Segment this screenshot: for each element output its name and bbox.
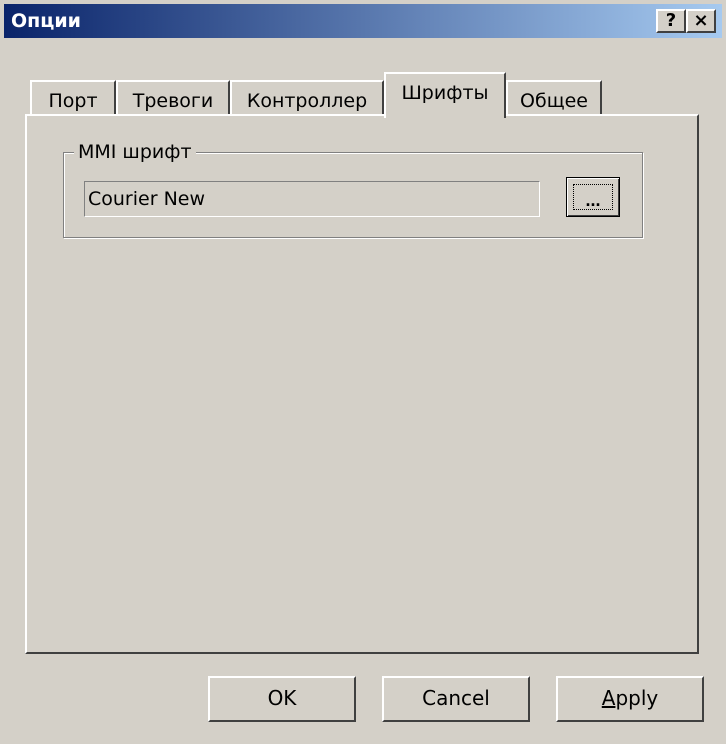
cancel-button[interactable]: Cancel [382,676,530,722]
font-name-field[interactable]: Courier New [84,181,540,217]
options-dialog: Опции ? × Порт Тревоги Контроллер Шрифты… [0,0,726,744]
title-bar[interactable]: Опции ? × [4,4,722,38]
group-label: MMI шрифт [74,141,196,163]
tab-general[interactable]: Общее [506,80,602,116]
browse-font-button[interactable]: ... [566,177,620,217]
close-icon[interactable]: × [686,9,716,33]
tab-controller[interactable]: Контроллер [230,80,384,116]
window-title: Опции [11,10,81,32]
apply-button[interactable]: Apply [556,676,704,722]
tab-alarms[interactable]: Тревоги [116,80,230,116]
mmi-font-group: MMI шрифт Courier New ... [63,141,643,238]
ok-button[interactable]: OK [208,676,356,722]
help-icon[interactable]: ? [656,9,686,33]
tab-fonts[interactable]: Шрифты [384,72,506,118]
tab-port[interactable]: Порт [30,80,116,116]
browse-label: ... [573,184,613,210]
fonts-tab-panel: MMI шрифт Courier New ... [25,114,699,654]
